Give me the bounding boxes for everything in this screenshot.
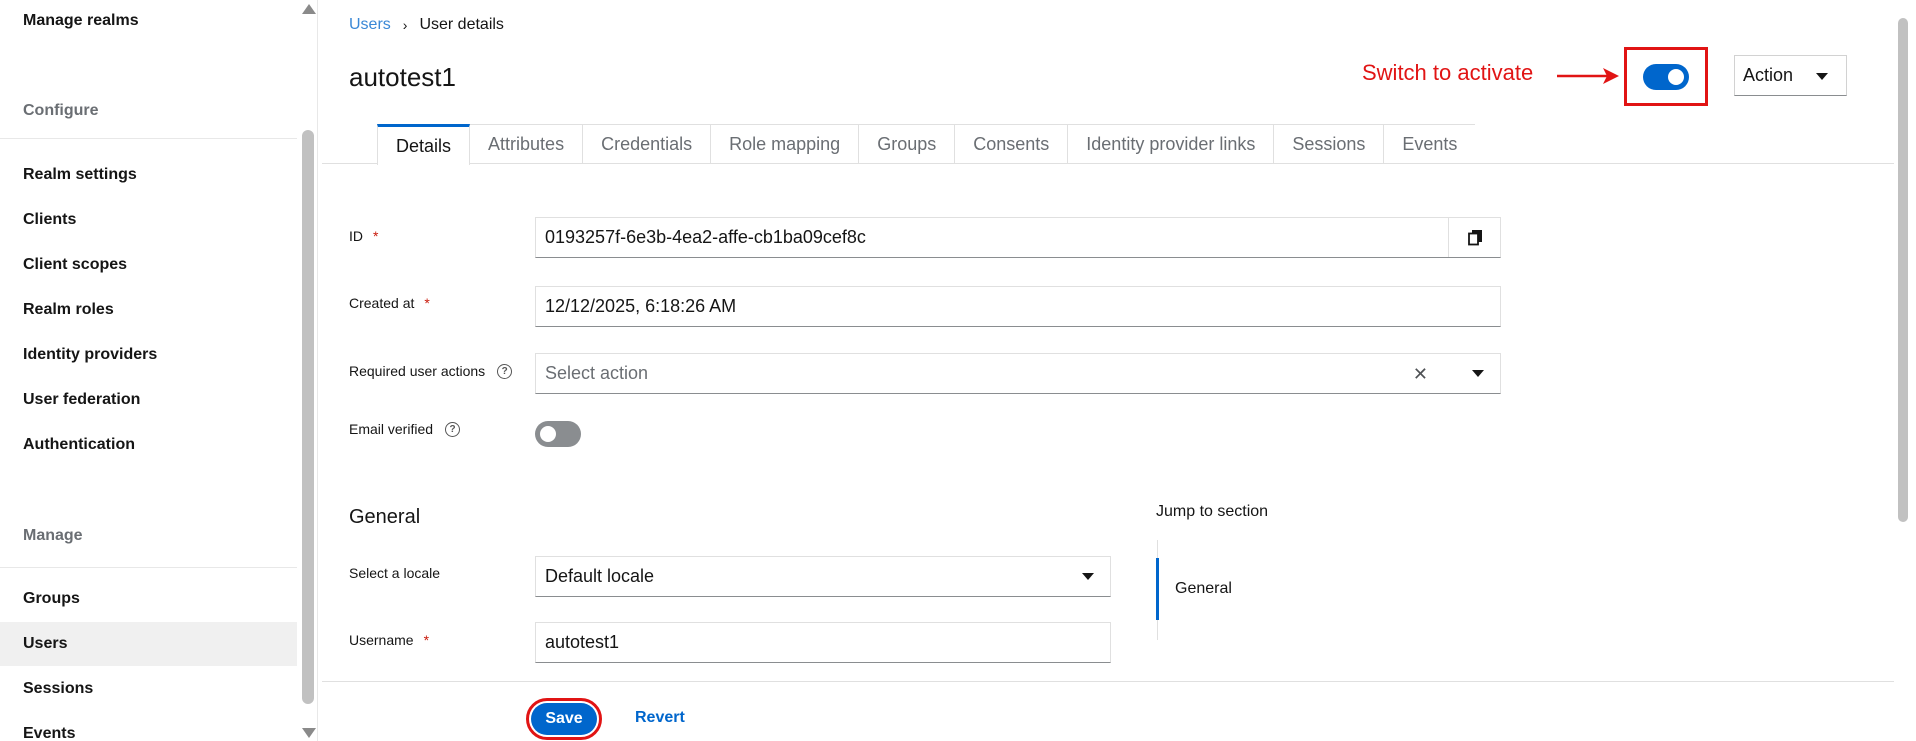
sidebar-item-clients[interactable]: Clients — [0, 198, 297, 242]
required-actions-label: Required user actions ? — [349, 363, 513, 379]
form-footer: Save Revert — [322, 681, 1894, 741]
manage-realms-link[interactable]: Manage realms — [0, 0, 297, 42]
sidebar-item-user-federation[interactable]: User federation — [0, 378, 297, 422]
annotation-highlight-box — [1624, 47, 1708, 106]
enabled-toggle[interactable] — [1643, 64, 1689, 90]
username-label: Username * — [349, 632, 429, 648]
sidebar-item-realm-settings[interactable]: Realm settings — [0, 153, 297, 197]
tab-sessions[interactable]: Sessions — [1274, 124, 1385, 164]
caret-down-icon[interactable] — [1472, 370, 1484, 377]
scroll-down-arrow-icon[interactable] — [302, 728, 316, 738]
sidebar-item-groups[interactable]: Groups — [0, 577, 297, 621]
help-icon[interactable]: ? — [497, 363, 513, 379]
required-marker: * — [423, 632, 430, 648]
action-label: Action — [1743, 65, 1794, 85]
breadcrumb-users-link[interactable]: Users — [349, 16, 391, 34]
annotation-text: Switch to activate — [1362, 60, 1534, 85]
chevron-right-icon: › — [402, 17, 408, 33]
main-content: Users › User details autotest1 Switch to… — [322, 0, 1908, 741]
tab-credentials[interactable]: Credentials — [583, 124, 712, 164]
created-at-label-text: Created at — [349, 295, 415, 311]
caret-down-icon — [1082, 573, 1094, 580]
configure-heading: Configure — [23, 102, 99, 119]
tab-groups[interactable]: Groups — [859, 124, 956, 164]
id-label: ID * — [349, 228, 378, 244]
sidebar-item-realm-roles[interactable]: Realm roles — [0, 288, 297, 332]
locale-select[interactable]: Default locale — [535, 556, 1111, 597]
required-marker: * — [424, 295, 430, 311]
scroll-up-arrow-icon[interactable] — [302, 4, 316, 14]
sidebar-item-identity-providers[interactable]: Identity providers — [0, 333, 297, 377]
sidebar-item-sessions[interactable]: Sessions — [0, 667, 297, 711]
sidebar-item-events[interactable]: Events — [0, 712, 297, 741]
revert-button[interactable]: Revert — [635, 709, 685, 727]
email-verified-label-text: Email verified — [349, 421, 434, 437]
locale-label-text: Select a locale — [349, 565, 441, 581]
sidebar: Manage realms Configure Realm settings C… — [0, 0, 318, 741]
breadcrumb: Users › User details — [349, 16, 504, 34]
jump-active-indicator — [1156, 558, 1159, 620]
tab-attributes[interactable]: Attributes — [470, 124, 584, 164]
toggle-knob — [540, 426, 556, 442]
sidebar-item-client-scopes[interactable]: Client scopes — [0, 243, 297, 287]
id-field[interactable]: 0193257f-6e3b-4ea2-affe-cb1ba09cef8c — [535, 217, 1501, 258]
jump-link-general[interactable]: General — [1175, 580, 1232, 598]
tab-role-mapping[interactable]: Role mapping — [711, 124, 860, 164]
required-actions-placeholder: Select action — [545, 363, 649, 383]
copy-button[interactable] — [1448, 218, 1500, 257]
email-verified-label: Email verified ? — [349, 421, 461, 437]
breadcrumb-current: User details — [419, 16, 504, 33]
tab-details[interactable]: Details — [377, 124, 471, 165]
jump-to-section-title: Jump to section — [1156, 503, 1269, 520]
copy-icon — [1467, 229, 1482, 245]
id-value: 0193257f-6e3b-4ea2-affe-cb1ba09cef8c — [545, 227, 866, 247]
save-button[interactable]: Save — [531, 703, 597, 735]
clear-icon[interactable]: ✕ — [1413, 364, 1428, 385]
created-at-field[interactable]: 12/12/2025, 6:18:26 AM — [535, 286, 1501, 327]
username-value: autotest1 — [545, 632, 620, 652]
main-scrollbar-thumb[interactable] — [1898, 18, 1908, 522]
tab-events[interactable]: Events — [1384, 124, 1476, 164]
divider — [0, 138, 297, 139]
email-verified-toggle[interactable] — [535, 421, 581, 447]
required-actions-select[interactable]: Select action ✕ — [535, 353, 1501, 394]
general-section-title: General — [349, 506, 421, 528]
required-actions-label-text: Required user actions — [349, 363, 486, 379]
created-at-label: Created at * — [349, 295, 430, 311]
tabs-bar: Details Attributes Credentials Role mapp… — [377, 124, 1476, 165]
username-label-text: Username — [349, 632, 414, 648]
action-dropdown[interactable]: Action — [1734, 55, 1847, 96]
created-at-value: 12/12/2025, 6:18:26 AM — [545, 296, 737, 316]
sidebar-scrollbar-thumb[interactable] — [302, 130, 314, 704]
manage-heading: Manage — [23, 527, 83, 544]
locale-value: Default locale — [545, 566, 655, 586]
caret-down-icon — [1816, 73, 1828, 80]
required-marker: * — [373, 228, 379, 244]
sidebar-item-authentication[interactable]: Authentication — [0, 423, 297, 467]
tab-identity-provider-links[interactable]: Identity provider links — [1068, 124, 1275, 164]
locale-label: Select a locale — [349, 565, 440, 581]
help-icon[interactable]: ? — [445, 421, 461, 437]
toggle-knob — [1668, 69, 1684, 85]
username-field[interactable]: autotest1 — [535, 622, 1111, 663]
annotation-arrow-icon — [1557, 68, 1619, 84]
annotation-highlight-save: Save — [526, 698, 602, 740]
id-label-text: ID — [349, 228, 363, 244]
page-title: autotest1 — [349, 62, 456, 92]
divider — [0, 567, 297, 568]
tab-consents[interactable]: Consents — [955, 124, 1069, 164]
sidebar-item-users[interactable]: Users — [0, 622, 297, 666]
